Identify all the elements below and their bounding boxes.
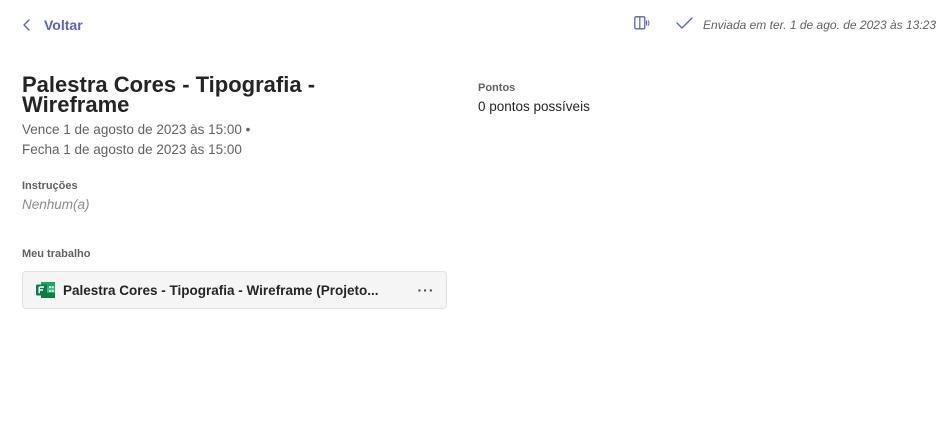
my-work-label: Meu trabalho <box>22 248 91 260</box>
instructions-value: Nenhum(a) <box>22 197 90 212</box>
assignment-page: Voltar Enviada em ter. 1 de ago. de 2023… <box>0 0 942 435</box>
due-date: Vence 1 de agosto de 2023 às 15:00 • <box>22 122 251 137</box>
points-value: 0 pontos possíveis <box>478 99 590 114</box>
chevron-left-icon <box>22 19 32 31</box>
instructions-label: Instruções <box>22 180 78 192</box>
back-button[interactable]: Voltar <box>22 14 83 36</box>
submitted-timestamp: Enviada em ter. 1 de ago. de 2023 às 13:… <box>702 18 936 32</box>
status-bar: Enviada em ter. 1 de ago. de 2023 às 13:… <box>634 14 936 36</box>
points-label: Pontos <box>478 82 516 94</box>
forms-icon <box>36 281 56 299</box>
attachment-card[interactable]: Palestra Cores - Tipografia - Wireframe … <box>22 271 447 309</box>
due-dates: Vence 1 de agosto de 2023 às 15:00 • Fec… <box>22 120 250 160</box>
assignment-title: Palestra Cores - Tipografia - Wireframe <box>22 72 316 117</box>
submission-status: Enviada em ter. 1 de ago. de 2023 às 13:… <box>676 16 936 34</box>
immersive-reader-icon <box>634 15 650 35</box>
back-label: Voltar <box>44 17 83 33</box>
checkmark-icon <box>676 16 693 34</box>
close-date: Fecha 1 de agosto de 2023 às 15:00 <box>22 142 242 157</box>
attachment-name: Palestra Cores - Tipografia - Wireframe … <box>63 282 379 298</box>
immersive-reader-button[interactable] <box>634 15 650 35</box>
more-options-button[interactable]: ··· <box>416 280 436 300</box>
